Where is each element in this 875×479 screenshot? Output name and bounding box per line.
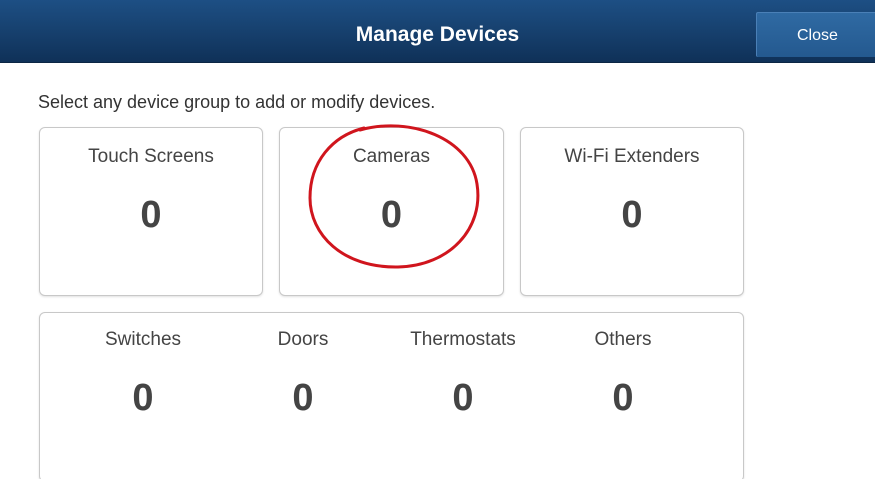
others-group[interactable]: Others 0 [543,313,703,479]
others-label: Others [594,329,652,350]
manage-devices-dialog: Manage Devices Close Select any device g… [0,0,875,479]
touch-screens-count: 0 [140,194,162,236]
touch-screens-tile[interactable]: Touch Screens 0 [39,127,263,296]
instructions-text: Select any device group to add or modify… [38,92,436,112]
wifi-extenders-label: Wi-Fi Extenders [564,146,700,167]
wifi-extenders-count: 0 [621,194,643,236]
dialog-title: Manage Devices [355,23,520,46]
cameras-count: 0 [380,194,403,236]
doors-label: Doors [277,329,329,350]
touch-screens-label: Touch Screens [88,146,214,167]
thermostats-label: Thermostats [410,329,516,350]
thermostats-count: 0 [452,377,474,419]
others-count: 0 [612,377,634,419]
cameras-tile[interactable]: Cameras 0 [279,127,504,296]
switches-label: Switches [104,329,182,350]
cameras-label: Cameras [352,146,431,167]
close-button[interactable]: Close [756,12,875,57]
wifi-extenders-tile[interactable]: Wi-Fi Extenders 0 [520,127,744,296]
thermostats-group[interactable]: Thermostats 0 [383,313,543,479]
dialog-header: Manage Devices Close [0,0,875,63]
doors-count: 0 [292,377,314,419]
other-devices-panel: Switches 0 Doors 0 Thermostats 0 Others … [39,312,744,479]
switches-count: 0 [132,377,154,419]
switches-group[interactable]: Switches 0 [63,313,223,479]
doors-group[interactable]: Doors 0 [223,313,383,479]
